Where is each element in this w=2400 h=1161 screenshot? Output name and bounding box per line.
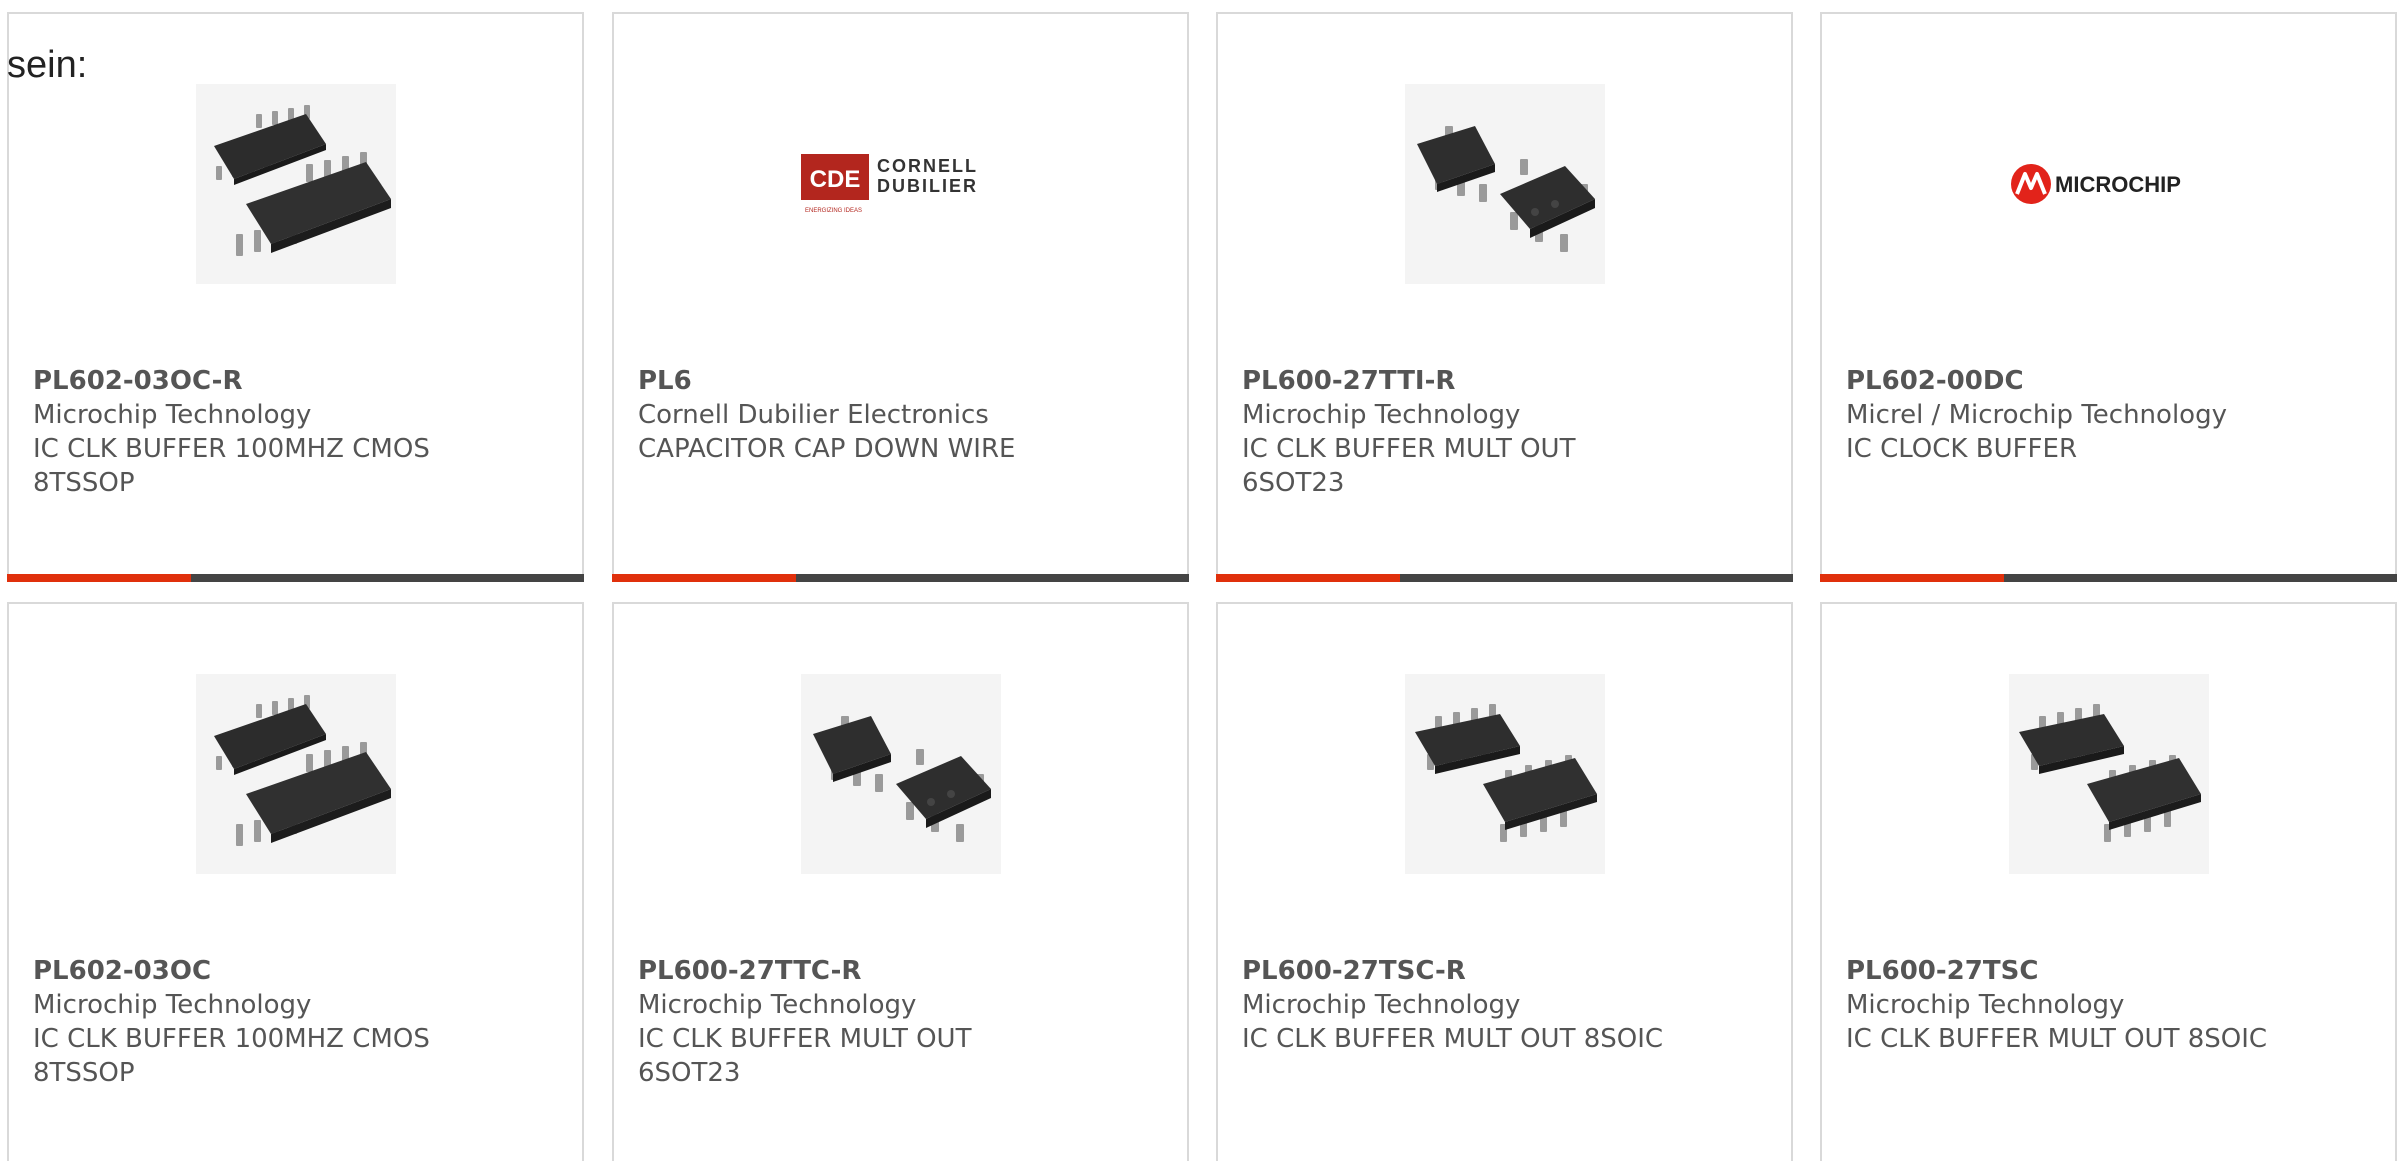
- part-number-link[interactable]: PL602-00DC: [1846, 364, 2375, 398]
- product-card[interactable]: PL602-03OC Microchip Technology IC CLK BUF…: [7, 602, 584, 1161]
- product-info: PL600-27TSC Microchip Technology IC CLK BU…: [1846, 954, 2375, 1056]
- product-image[interactable]: [2009, 674, 2209, 874]
- svg-text:MICROCHIP: MICROCHIP: [2055, 172, 2181, 197]
- svg-text:CORNELL: CORNELL: [877, 156, 978, 176]
- product-image[interactable]: [1405, 84, 1605, 284]
- part-number-link[interactable]: PL600-27TTI-R: [1242, 364, 1771, 398]
- product-description: IC CLK BUFFER 100MHZ CMOS 8TSSOP: [33, 434, 430, 498]
- manufacturer-logo[interactable]: CDE ENERGIZING IDEAS CORNELL DUBILIER: [801, 84, 1001, 284]
- part-number-link[interactable]: PL600-27TTC-R: [638, 954, 1167, 988]
- part-number-link[interactable]: PL602-03OC: [33, 954, 562, 988]
- intro-text: sein:: [7, 44, 88, 86]
- part-number-link[interactable]: PL6: [638, 364, 1167, 398]
- product-description: IC CLK BUFFER MULT OUT 8SOIC: [1242, 1024, 1664, 1054]
- manufacturer-name: Microchip Technology: [1846, 990, 2125, 1020]
- product-description: IC CLK BUFFER MULT OUT 8SOIC: [1846, 1024, 2268, 1054]
- svg-text:DUBILIER: DUBILIER: [877, 176, 978, 196]
- part-number-link[interactable]: PL600-27TSC: [1846, 954, 2375, 988]
- product-info: PL602-00DC Micrel / Microchip Technology I…: [1846, 364, 2375, 466]
- product-info: PL600-27TTI-R Microchip Technology IC CLK …: [1242, 364, 1771, 500]
- product-info: PL602-03OC-R Microchip Technology IC CLK B…: [33, 364, 562, 500]
- product-info: PL602-03OC Microchip Technology IC CLK BUF…: [33, 954, 562, 1090]
- manufacturer-name: Cornell Dubilier Electronics: [638, 400, 989, 430]
- part-number-link[interactable]: PL602-03OC-R: [33, 364, 562, 398]
- manufacturer-name: Microchip Technology: [1242, 400, 1521, 430]
- manufacturer-name: Microchip Technology: [33, 400, 312, 430]
- card-bar-accent: [1820, 574, 2004, 582]
- product-card[interactable]: PL600-27TSC-R Microchip Technology IC CLK …: [1216, 602, 1793, 1161]
- product-description: CAPACITOR CAP DOWN WIRE: [638, 434, 1016, 464]
- product-card[interactable]: PL600-27TTC-R Microchip Technology IC CLK …: [612, 602, 1189, 1161]
- manufacturer-name: Microchip Technology: [1242, 990, 1521, 1020]
- svg-text:ENERGIZING IDEAS: ENERGIZING IDEAS: [805, 208, 862, 214]
- product-image[interactable]: [196, 84, 396, 284]
- card-bar-accent: [1216, 574, 1400, 582]
- card-hover-bar: [7, 574, 584, 582]
- product-card[interactable]: CDE ENERGIZING IDEAS CORNELL DUBILIER PL…: [612, 12, 1189, 582]
- product-image[interactable]: [801, 674, 1001, 874]
- product-card[interactable]: PL600-27TTI-R Microchip Technology IC CLK …: [1216, 12, 1793, 582]
- part-number-link[interactable]: PL600-27TSC-R: [1242, 954, 1771, 988]
- product-info: PL600-27TTC-R Microchip Technology IC CLK …: [638, 954, 1167, 1090]
- product-grid-page: sein: PL602-03OC-R Microchip Technology IC…: [0, 0, 2400, 1161]
- product-card[interactable]: MICROCHIP PL602-00DC Micrel / Microchip T…: [1820, 12, 2397, 582]
- product-description: IC CLK BUFFER MULT OUT 6SOT23: [638, 1024, 972, 1088]
- product-card[interactable]: PL600-27TSC Microchip Technology IC CLK BU…: [1820, 602, 2397, 1161]
- product-description: IC CLK BUFFER 100MHZ CMOS 8TSSOP: [33, 1024, 430, 1088]
- product-info: PL6 Cornell Dubilier Electronics CAPACITOR…: [638, 364, 1167, 466]
- manufacturer-name: Microchip Technology: [638, 990, 917, 1020]
- product-info: PL600-27TSC-R Microchip Technology IC CLK …: [1242, 954, 1771, 1056]
- card-hover-bar: [1216, 574, 1793, 582]
- product-image[interactable]: [196, 674, 396, 874]
- card-hover-bar: [612, 574, 1189, 582]
- manufacturer-name: Microchip Technology: [33, 990, 312, 1020]
- product-image[interactable]: [1405, 674, 1605, 874]
- product-card[interactable]: PL602-03OC-R Microchip Technology IC CLK B…: [7, 12, 584, 582]
- manufacturer-logo[interactable]: MICROCHIP: [2009, 84, 2209, 284]
- svg-text:CDE: CDE: [810, 166, 861, 193]
- card-bar-accent: [7, 574, 191, 582]
- card-hover-bar: [1820, 574, 2397, 582]
- card-bar-accent: [612, 574, 796, 582]
- manufacturer-name: Micrel / Microchip Technology: [1846, 400, 2227, 430]
- product-description: IC CLOCK BUFFER: [1846, 434, 2078, 464]
- product-description: IC CLK BUFFER MULT OUT 6SOT23: [1242, 434, 1576, 498]
